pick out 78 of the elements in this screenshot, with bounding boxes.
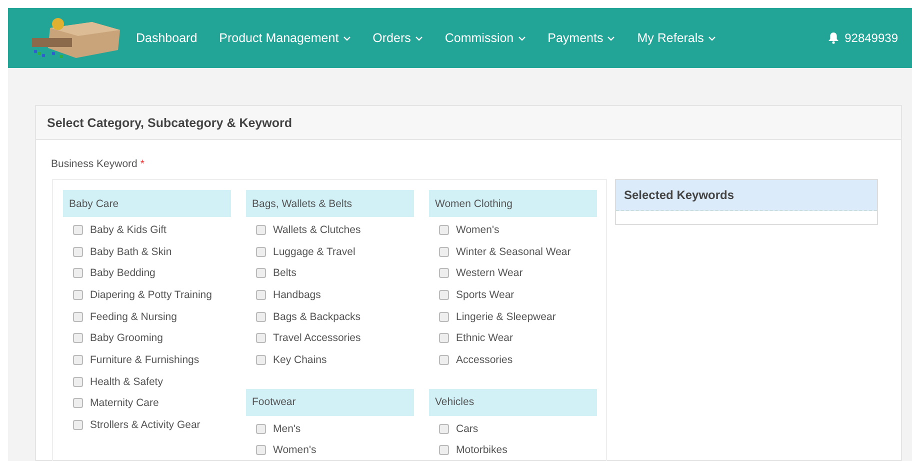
checkbox-label: Ethnic Wear [456, 332, 513, 344]
checkbox[interactable] [73, 420, 83, 430]
nav-link[interactable]: Payments [548, 31, 616, 45]
checkbox-label: Health & Safety [90, 376, 163, 388]
user-id: 92849939 [844, 31, 898, 45]
checkbox[interactable] [73, 398, 83, 408]
field-label: Business Keyword [51, 158, 138, 170]
checkbox-label: Baby & Kids Gift [90, 224, 166, 236]
chevron-down-icon [518, 36, 526, 40]
nav-link[interactable]: Orders [372, 31, 423, 45]
checkbox-label: Cars [456, 422, 478, 435]
checkbox-label: Wallets & Clutches [273, 224, 361, 236]
checkbox[interactable] [439, 290, 449, 300]
chevron-down-icon [342, 36, 351, 40]
chevron-down-icon [708, 36, 716, 40]
category-heading: Footwear [246, 388, 414, 416]
category-heading: Women Clothing [429, 190, 597, 217]
nav-link[interactable]: My Referals [637, 31, 716, 45]
checkbox[interactable] [256, 290, 266, 300]
checkbox[interactable] [439, 445, 449, 456]
checkbox[interactable] [256, 246, 266, 257]
checkbox-label: Bags & Backpacks [273, 310, 361, 323]
checkbox[interactable] [73, 354, 83, 365]
nav-link[interactable]: Product Management [219, 31, 351, 45]
checkbox-label: Key Chains [273, 354, 327, 366]
checkbox-label: Women's [456, 224, 500, 236]
checkbox-label: Belts [273, 267, 296, 280]
chevron-down-icon [607, 36, 616, 40]
checkbox[interactable] [73, 290, 83, 300]
checkbox[interactable] [256, 424, 266, 434]
checkbox[interactable] [256, 312, 266, 322]
checkbox-label: Luggage & Travel [273, 246, 356, 258]
checkbox-label: Strollers & Activity Gear [90, 419, 200, 432]
category-heading: Baby Care [63, 190, 231, 217]
checkbox-label: Furniture & Furnishings [90, 354, 200, 366]
checkbox[interactable] [73, 376, 83, 387]
checkbox[interactable] [439, 268, 449, 278]
checkbox-label: Winter & Seasonal Wear [456, 246, 571, 258]
checkbox-label: Lingerie & Sleepwear [456, 310, 556, 323]
checkbox-label: Men's [273, 422, 301, 435]
checkbox-label: Baby Bedding [90, 267, 156, 280]
checkbox-label: Motorbikes [456, 444, 508, 456]
chevron-down-icon [414, 36, 423, 40]
checkbox[interactable] [439, 224, 449, 235]
checkbox[interactable] [439, 424, 449, 434]
checkbox-label: Accessories [456, 354, 513, 366]
selected-keywords-title: Selected Keywords [616, 180, 877, 211]
checkbox-label: Baby Grooming [90, 332, 163, 344]
checkbox[interactable] [73, 246, 83, 257]
checkbox-label: Women's [273, 444, 316, 456]
checkbox[interactable] [256, 224, 266, 235]
checkbox[interactable] [256, 333, 266, 344]
category-heading: Bags, Wallets & Belts [246, 190, 414, 217]
checkbox[interactable] [73, 333, 83, 344]
nav-link[interactable]: Commission [444, 31, 526, 45]
required-mark: * [140, 158, 144, 170]
checkbox-label: Sports Wear [456, 288, 514, 301]
checkbox-label: Baby Bath & Skin [90, 246, 172, 258]
checkbox[interactable] [73, 268, 83, 278]
checkbox-label: Travel Accessories [273, 332, 361, 344]
nav-link[interactable]: Dashboard [136, 31, 198, 45]
checkbox[interactable] [73, 312, 83, 322]
checkbox[interactable] [256, 354, 266, 365]
checkbox[interactable] [256, 268, 266, 278]
category-heading: Vehicles [429, 388, 597, 416]
checkbox[interactable] [439, 246, 449, 257]
panel-title: Select Category, Subcategory & Keyword [36, 106, 901, 140]
checkbox-label: Diapering & Potty Training [90, 288, 212, 301]
checkbox[interactable] [439, 333, 449, 344]
checkbox-label: Western Wear [456, 267, 523, 280]
checkbox-label: Maternity Care [90, 397, 159, 410]
checkbox-label: Handbags [273, 288, 321, 301]
checkbox-label: Feeding & Nursing [90, 310, 177, 323]
bell-icon[interactable] [828, 32, 839, 44]
checkbox[interactable] [256, 445, 266, 456]
checkbox[interactable] [439, 312, 449, 322]
checkbox[interactable] [73, 224, 83, 235]
checkbox[interactable] [439, 354, 449, 365]
